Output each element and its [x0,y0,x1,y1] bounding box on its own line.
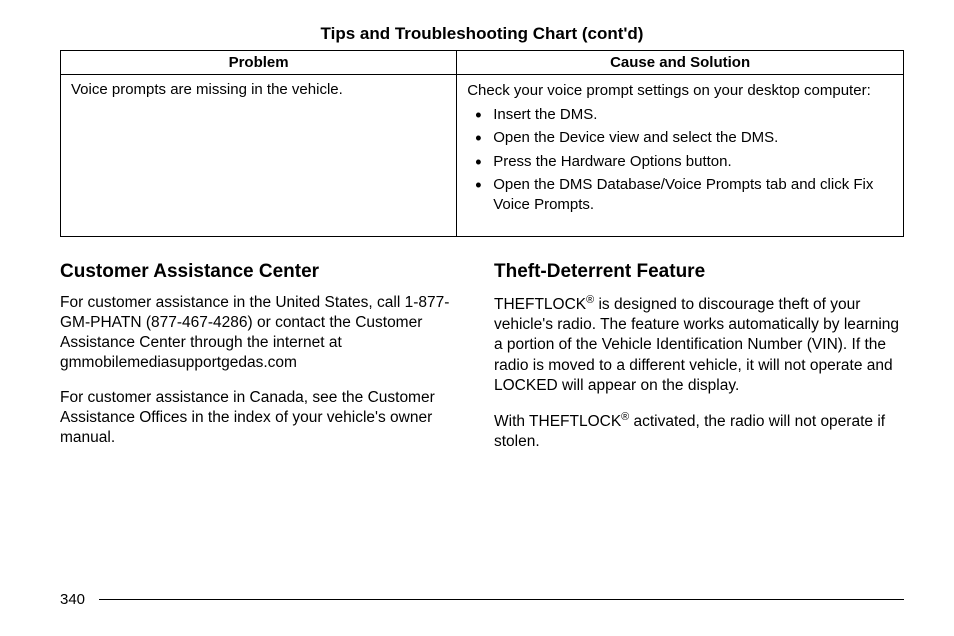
solution-cell: Check your voice prompt settings on your… [457,75,904,237]
bullet-item: Insert the DMS. [489,105,893,125]
right-column: Theft-Deterrent Feature THEFTLOCK® is de… [494,255,904,466]
problem-cell: Voice prompts are missing in the vehicle… [61,75,457,237]
theft-deterrent-p2: With THEFTLOCK® activated, the radio wil… [494,410,904,452]
table-row: Voice prompts are missing in the vehicle… [61,75,904,237]
customer-assistance-p1: For customer assistance in the United St… [60,293,470,374]
theft-deterrent-heading: Theft-Deterrent Feature [494,261,904,283]
chart-title: Tips and Troubleshooting Chart (cont'd) [60,24,904,44]
bullet-item: Open the DMS Database/Voice Prompts tab … [489,175,893,214]
customer-assistance-p2: For customer assistance in Canada, see t… [60,388,470,448]
page-footer: 340 [60,591,904,608]
table-header-problem: Problem [61,51,457,75]
solution-bullets: Insert the DMS. Open the Device view and… [467,105,893,215]
text-columns: Customer Assistance Center For customer … [60,255,904,466]
table-header-solution: Cause and Solution [457,51,904,75]
manual-page: Tips and Troubleshooting Chart (cont'd) … [0,0,954,466]
bullet-item: Press the Hardware Options button. [489,152,893,172]
theft-deterrent-p1: THEFTLOCK® is designed to discourage the… [494,293,904,396]
solution-intro: Check your voice prompt settings on your… [467,81,893,101]
left-column: Customer Assistance Center For customer … [60,255,470,466]
footer-rule [99,599,904,601]
page-number: 340 [60,591,85,608]
registered-mark: ® [621,411,629,423]
customer-assistance-heading: Customer Assistance Center [60,261,470,283]
troubleshooting-table: Problem Cause and Solution Voice prompts… [60,50,904,237]
bullet-item: Open the Device view and select the DMS. [489,128,893,148]
registered-mark: ® [586,294,594,306]
